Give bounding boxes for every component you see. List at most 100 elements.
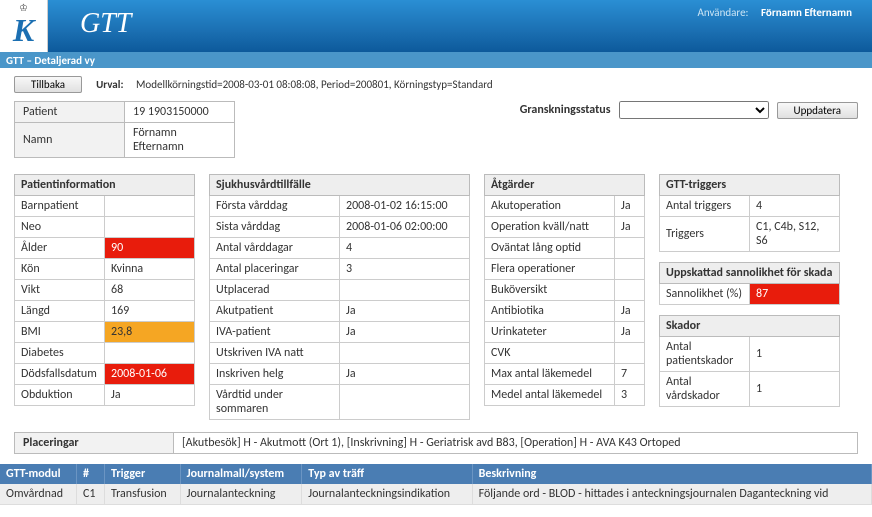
- card-row-value: 1: [750, 372, 840, 407]
- update-button[interactable]: Uppdatera: [777, 102, 858, 119]
- card-row-label: Flera operationer: [485, 259, 615, 280]
- card-row-value: 68: [105, 280, 195, 301]
- card-row-label: Kön: [15, 259, 105, 280]
- card-row-value: Ja: [340, 301, 470, 322]
- card-row-value: 90: [105, 238, 195, 259]
- card-row-value: [340, 385, 470, 420]
- app-banner: ♔ K GTT Användare: Förnamn Efternamn: [0, 0, 872, 52]
- grid-header[interactable]: #: [76, 464, 104, 484]
- card-row-label: Max antal läkemedel: [485, 364, 615, 385]
- gtt-triggers-card: GTT-triggersAntal triggers4TriggersC1, C…: [659, 174, 840, 252]
- card-row-label: Akutpatient: [210, 301, 340, 322]
- card-title: GTT-triggers: [660, 175, 840, 196]
- card-title: Sjukhusvårdtillfälle: [210, 175, 470, 196]
- card-row-label: Antal vårdskador: [660, 372, 750, 407]
- card-row-label: Oväntat lång optid: [485, 238, 615, 259]
- probability-card: Uppskattad sannolikhet för skadaSannolik…: [659, 262, 840, 305]
- card-row-label: Operation kväll/natt: [485, 217, 615, 238]
- actions-card: ÅtgärderAkutoperationJaOperation kväll/n…: [484, 174, 645, 406]
- card-title: Åtgärder: [485, 175, 645, 196]
- grid-cell: Transfusion: [105, 484, 181, 505]
- selection-text: Modellkörningstid=2008-03-01 08:08:08, P…: [136, 78, 493, 91]
- grid-row[interactable]: OmvårdnadC1TransfusionJournalanteckningJ…: [0, 484, 872, 505]
- card-row-value: [615, 280, 645, 301]
- card-row-label: Antibiotika: [485, 301, 615, 322]
- card-row-label: Antal patientskador: [660, 337, 750, 372]
- card-row-value: Ja: [615, 322, 645, 343]
- card-row-label: Barnpatient: [15, 196, 105, 217]
- app-logo: ♔ K: [0, 0, 48, 52]
- card-row-label: Utskriven IVA natt: [210, 343, 340, 364]
- card-row-label: Akutoperation: [485, 196, 615, 217]
- card-row-value: Ja: [615, 196, 645, 217]
- card-row-value: 2008-01-06: [105, 364, 195, 385]
- grid-header[interactable]: Trigger: [105, 464, 181, 484]
- card-row-label: Antal triggers: [660, 196, 750, 217]
- hospital-stay-card: SjukhusvårdtillfälleFörsta vårddag2008-0…: [209, 174, 470, 420]
- user-info: Användare: Förnamn Efternamn: [698, 6, 852, 19]
- back-button[interactable]: Tillbaka: [14, 76, 82, 93]
- card-row-label: Medel antal läkemedel: [485, 385, 615, 406]
- breadcrumb: GTT – Detaljerad vy: [0, 52, 872, 68]
- user-name: Förnamn Efternamn: [761, 6, 852, 19]
- card-row-value: 2008-01-02 16:15:00: [340, 196, 470, 217]
- card-row-label: Neo: [15, 217, 105, 238]
- grid-header[interactable]: Beskrivning: [472, 464, 871, 484]
- card-row-label: Buköversikt: [485, 280, 615, 301]
- card-row-label: Inskriven helg: [210, 364, 340, 385]
- triggers-grid: GTT-modul#TriggerJournalmall/systemTyp a…: [0, 464, 872, 505]
- review-status-select[interactable]: [619, 101, 769, 119]
- card-title: Uppskattad sannolikhet för skada: [660, 263, 840, 284]
- card-row-value: [615, 343, 645, 364]
- card-row-value: 4: [750, 196, 840, 217]
- card-row-value: [105, 217, 195, 238]
- card-row-label: Dödsfallsdatum: [15, 364, 105, 385]
- card-row-value: Ja: [105, 385, 195, 406]
- patient-header-label: Patient: [15, 102, 125, 123]
- card-row-value: 1: [750, 337, 840, 372]
- grid-cell: Journalanteckningsindikation: [302, 484, 472, 505]
- card-row-value: Ja: [615, 217, 645, 238]
- card-row-value: Kvinna: [105, 259, 195, 280]
- card-row-value: 3: [615, 385, 645, 406]
- review-status-label: Granskningsstatus: [520, 103, 611, 117]
- card-row-value: Ja: [615, 301, 645, 322]
- card-row-value: 2008-01-06 02:00:00: [340, 217, 470, 238]
- card-title: Skador: [660, 316, 840, 337]
- card-row-label: Antal vårddagar: [210, 238, 340, 259]
- selection-summary: Urval: Modellkörningstid=2008-03-01 08:0…: [96, 78, 493, 91]
- placements-value: [Akutbesök] H - Akutmott (Ort 1), [Inskr…: [174, 432, 858, 454]
- card-row-value: 3: [340, 259, 470, 280]
- card-row-label: Sannolikhet (%): [660, 284, 750, 305]
- card-row-value: 7: [615, 364, 645, 385]
- grid-cell: Följande ord - BLOD - hittades i anteckn…: [472, 484, 871, 505]
- grid-header[interactable]: Typ av träff: [302, 464, 472, 484]
- card-row-value: [340, 280, 470, 301]
- card-row-value: 169: [105, 301, 195, 322]
- damages-card: SkadorAntal patientskador1Antal vårdskad…: [659, 315, 840, 407]
- grid-header[interactable]: GTT-modul: [0, 464, 76, 484]
- card-row-label: Sista vårddag: [210, 217, 340, 238]
- card-row-label: Antal placeringar: [210, 259, 340, 280]
- selection-label: Urval:: [96, 78, 123, 91]
- user-label: Användare:: [698, 6, 749, 19]
- card-row-value: [615, 259, 645, 280]
- card-row-label: Obduktion: [15, 385, 105, 406]
- card-row-value: C1, C4b, S12, S6: [750, 217, 840, 252]
- logo-letter: K: [13, 16, 34, 44]
- patient-header-label: Namn: [15, 123, 125, 158]
- card-row-label: BMI: [15, 322, 105, 343]
- card-row-label: Triggers: [660, 217, 750, 252]
- card-title: Patientinformation: [15, 175, 195, 196]
- toolbar: Tillbaka Urval: Modellkörningstid=2008-0…: [0, 68, 872, 97]
- patient-header-value: Förnamn Efternamn: [125, 123, 235, 158]
- card-row-value: 23,8: [105, 322, 195, 343]
- placements-row: Placeringar [Akutbesök] H - Akutmott (Or…: [14, 432, 858, 454]
- patient-header-value: 19 1903150000: [125, 102, 235, 123]
- card-row-label: Urinkateter: [485, 322, 615, 343]
- card-row-label: Vårdtid under sommaren: [210, 385, 340, 420]
- grid-header[interactable]: Journalmall/system: [180, 464, 302, 484]
- card-row-value: Ja: [340, 322, 470, 343]
- card-row-value: [105, 196, 195, 217]
- card-row-value: [340, 343, 470, 364]
